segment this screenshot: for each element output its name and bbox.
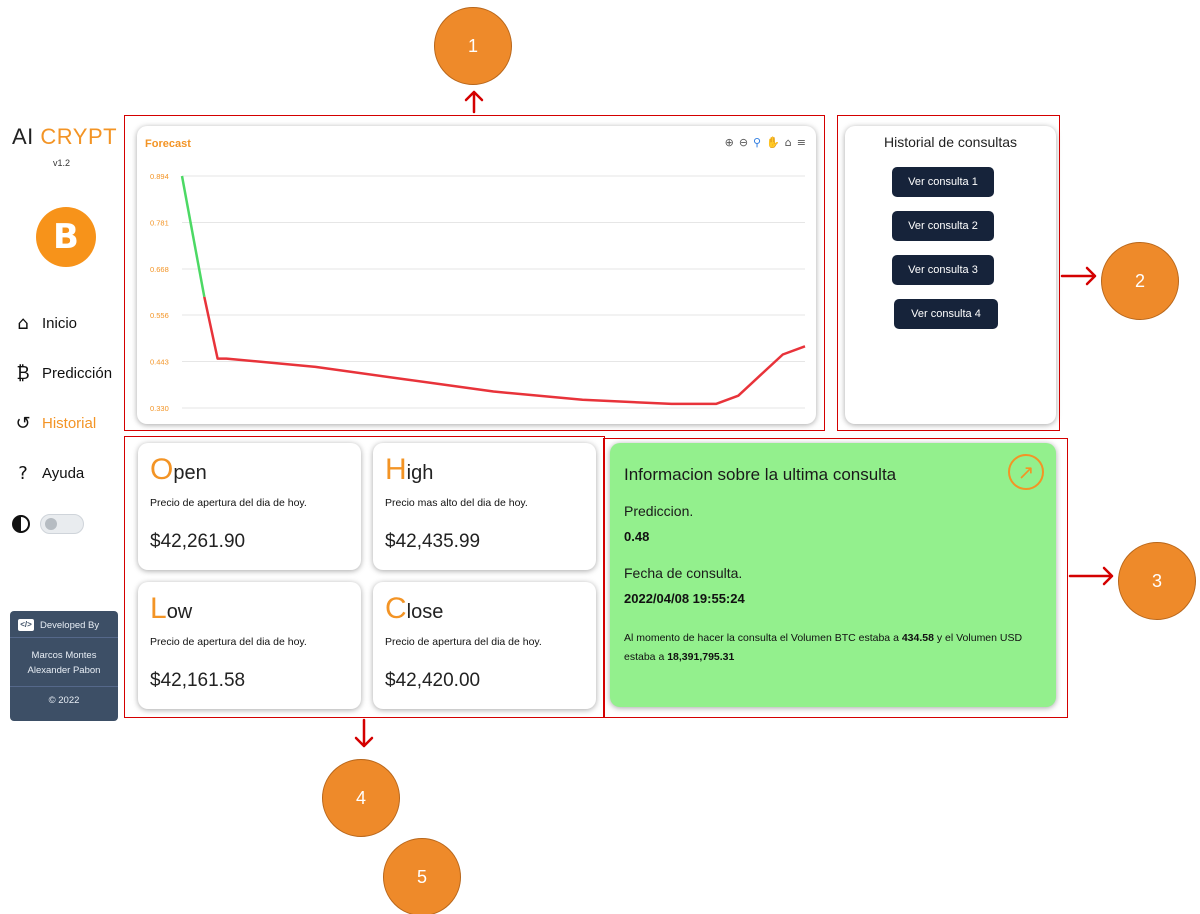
theme-toggle-row (12, 514, 84, 534)
callout-2: 2 (1101, 242, 1179, 320)
stat-value: $42,261.90 (150, 531, 246, 552)
y-tick-label: 0.556 (150, 311, 169, 320)
usd-volume: 18,391,795.31 (667, 651, 735, 663)
stat-description: Precio de apertura del dia de hoy. (150, 636, 307, 648)
prediction-label: Prediccion. (624, 503, 694, 519)
developer-names: Marcos Montes Alexander Pabon (10, 638, 118, 687)
stat-title-rest: igh (406, 462, 434, 484)
stat-card-close: Close Precio de apertura del dia de hoy.… (373, 582, 596, 709)
callout-3: 3 (1118, 542, 1196, 620)
stat-description: Precio de apertura del dia de hoy. (385, 636, 542, 648)
stat-title-rest: ow (166, 601, 193, 623)
stat-value: $42,435.99 (385, 531, 481, 552)
stat-description: Precio mas alto del dia de hoy. (385, 497, 528, 509)
nav-label: Inicio (42, 315, 78, 332)
stat-title: Close (385, 592, 443, 626)
stat-initial: H (385, 453, 407, 486)
bitcoin-icon: ₿ (16, 363, 30, 384)
contrast-icon (12, 515, 30, 533)
home-icon: ⌂ (17, 313, 29, 334)
developer-card-header: </> Developed By (10, 611, 118, 638)
stat-card-open: Open Precio de apertura del dia de hoy. … (138, 443, 361, 570)
bitcoin-logo-glyph: B (53, 217, 79, 257)
nav-item-inicio[interactable]: ⌂ Inicio (12, 313, 77, 334)
stat-initial: O (150, 453, 174, 486)
stat-initial: C (385, 592, 407, 625)
code-icon: </> (18, 619, 34, 631)
prediction-value: 0.48 (624, 529, 650, 544)
bitcoin-logo-icon: B (36, 207, 96, 267)
stat-value: $42,161.58 (150, 670, 246, 691)
view-query-4-button[interactable]: Ver consulta 4 (894, 299, 998, 329)
nav-item-prediccion[interactable]: ₿ Predicción (12, 363, 112, 384)
developer-header: Developed By (40, 619, 100, 631)
stat-card-high: High Precio mas alto del dia de hoy. $42… (373, 443, 596, 570)
stat-title: High (385, 453, 433, 487)
volume-note-text: Al momento de hacer la consulta el Volum… (624, 632, 902, 644)
developer-card: </> Developed By Marcos Montes Alexander… (10, 611, 118, 721)
callout-5: 5 (383, 838, 461, 914)
arrow-down-4 (354, 718, 374, 748)
stat-title-rest: lose (406, 601, 444, 623)
arrow-right-2 (1060, 266, 1097, 286)
theme-toggle-switch[interactable] (40, 514, 84, 534)
nav-item-ayuda[interactable]: ? Ayuda (12, 463, 84, 484)
forecast-chart-svg: 0.894 0.781 0.668 0.556 0.443 0.330 (150, 172, 806, 413)
stat-card-low: Low Precio de apertura del dia de hoy. $… (138, 582, 361, 709)
callout-4: 4 (322, 759, 400, 837)
view-query-1-button[interactable]: Ver consulta 1 (892, 167, 994, 197)
view-query-2-button[interactable]: Ver consulta 2 (892, 211, 994, 241)
callout-1: 1 (434, 7, 512, 85)
stat-description: Precio de apertura del dia de hoy. (150, 497, 307, 509)
arrow-up-1 (464, 90, 484, 114)
forecast-chart-card: Forecast ⊕ ⊖ ⚲ ✋ ⌂ ≡ 0.894 0.781 0.668 0.55… (137, 126, 816, 424)
stat-initial: L (150, 592, 167, 625)
volume-note: Al momento de hacer la consulta el Volum… (624, 629, 1044, 667)
app-version: v1.2 (53, 158, 71, 168)
developer-name: Marcos Montes (31, 650, 97, 661)
brand-crypt: CRYPT (40, 124, 118, 149)
brand-ai: AI (12, 124, 34, 149)
info-title: Informacion sobre la ultima consulta (624, 465, 897, 484)
open-arrow-icon[interactable]: ↗ (1008, 454, 1044, 490)
history-card: Historial de consultas Ver consulta 1 Ve… (845, 126, 1056, 424)
stat-value: $42,420.00 (385, 670, 481, 691)
stat-title-rest: pen (173, 462, 207, 484)
date-label: Fecha de consulta. (624, 565, 743, 581)
developer-year: © 2022 (48, 695, 80, 706)
arrow-right-3 (1068, 566, 1114, 586)
nav-label: Predicción (42, 365, 113, 382)
app-brand: AI CRYPT (12, 124, 117, 150)
history-title: Historial de consultas (883, 134, 1018, 150)
y-tick-label: 0.668 (150, 265, 169, 274)
nav-item-historial[interactable]: ↺ Historial (12, 413, 96, 434)
y-tick-label: 0.781 (150, 218, 169, 227)
y-tick-label: 0.894 (150, 172, 169, 181)
y-tick-label: 0.330 (150, 404, 169, 413)
help-icon: ? (18, 463, 28, 484)
view-query-3-button[interactable]: Ver consulta 3 (892, 255, 994, 285)
series-line-2 (203, 296, 806, 406)
stat-title: Open (150, 453, 207, 487)
nav-label: Ayuda (42, 465, 85, 482)
stat-title: Low (150, 592, 192, 626)
series-line-1 (180, 175, 206, 298)
btc-volume: 434.58 (901, 632, 934, 644)
history-icon: ↺ (15, 413, 31, 434)
date-value: 2022/04/08 19:55:24 (624, 591, 745, 606)
nav-label: Historial (42, 415, 97, 432)
developer-name: Alexander Pabon (27, 665, 101, 676)
last-query-info-card: Informacion sobre la ultima consulta ↗ P… (610, 443, 1056, 707)
y-tick-label: 0.443 (150, 358, 169, 367)
